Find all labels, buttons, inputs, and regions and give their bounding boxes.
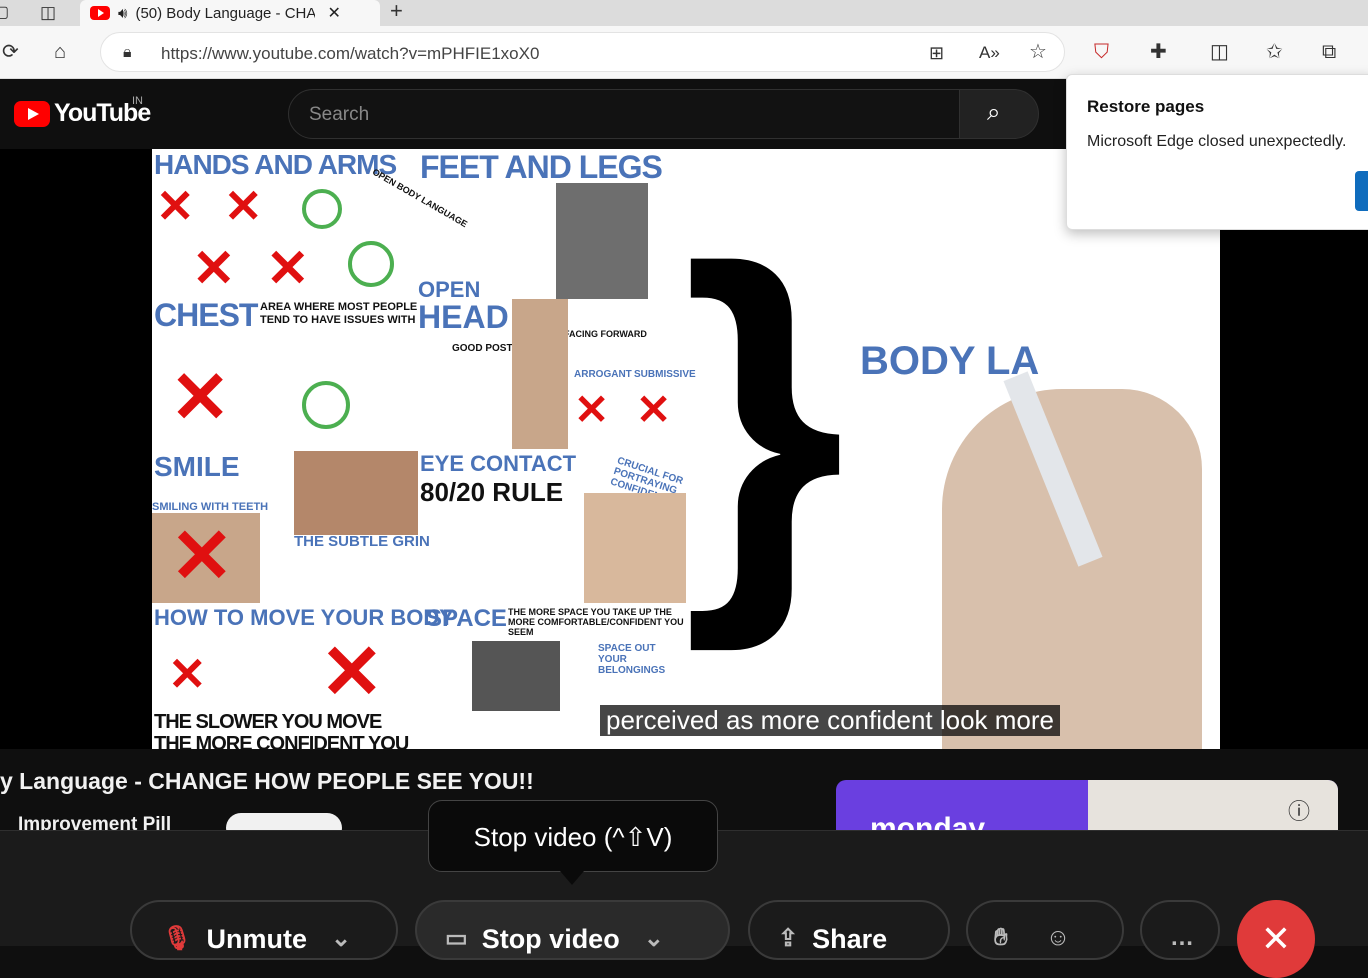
read-aloud-icon[interactable]: A» [979, 43, 1000, 63]
poster-slower: THE SLOWER YOU MOVE THE MORE CONFIDENT Y… [154, 711, 409, 749]
country-code: IN [132, 95, 143, 107]
tooltip-arrow [560, 871, 584, 885]
poster-space-out: SPACE OUT YOUR BELONGINGS [598, 643, 666, 676]
workspaces-icon[interactable]: ◫ [40, 3, 56, 23]
poster-cross-icon: ✕ [170, 514, 234, 599]
more-options-button[interactable]: … [1140, 900, 1220, 960]
more-icon: … [1170, 924, 1194, 951]
poster-hands-arms: HANDS AND ARMS [154, 149, 397, 180]
leave-call-button[interactable]: ✕ [1237, 900, 1315, 978]
split-screen-icon[interactable]: ◫ [1210, 42, 1229, 62]
poster-arrogant: ARROGANT [574, 369, 632, 380]
close-tab-icon[interactable]: ✕ [327, 3, 340, 23]
chevron-down-icon[interactable]: ⌄ [331, 924, 351, 953]
chevron-down-icon[interactable]: ⌄ [644, 924, 664, 953]
poster-smile: SMILE [154, 451, 240, 482]
video-caption: perceived as more confident look more [600, 705, 1061, 736]
restore-pages-popup: Restore pages Microsoft Edge closed unex… [1066, 74, 1368, 230]
search-button[interactable]: ⌕ [959, 89, 1039, 139]
video-player[interactable]: HANDS AND ARMS FEET AND LEGS ✕ ✕ OPEN BO… [0, 149, 1368, 749]
stop-video-button[interactable]: ▭ Stop video ⌄ [415, 900, 730, 960]
poster-cross-icon: ✕ [170, 358, 231, 438]
tab-actions-icon[interactable]: ▢ [0, 3, 9, 23]
poster-cross-icon: ✕ [266, 240, 310, 298]
poster-eye-contact-photo [584, 493, 686, 603]
youtube-play-icon [14, 100, 50, 127]
poster-cross-icon: ✕ [156, 180, 195, 232]
search-placeholder: Search [309, 104, 370, 125]
favorite-star-icon[interactable]: ☆ [1029, 42, 1047, 62]
favorites-icon[interactable]: ✩ [1266, 42, 1283, 62]
stop-video-label: Stop video [481, 924, 620, 954]
brace-drawing: } [682, 184, 846, 653]
poster-subtle-grin: THE SUBTLE GRIN [294, 533, 430, 550]
restore-pages-title: Restore pages [1087, 97, 1205, 116]
raise-hand-icon[interactable]: ✋︎ [994, 924, 1008, 952]
collections-icon[interactable]: ⧉ [1322, 42, 1336, 62]
poster-legs-photo [556, 183, 648, 299]
youtube-logo[interactable]: YouTube [14, 99, 151, 128]
poster-chest-note: AREA WHERE MOST PEOPLE TEND TO HAVE ISSU… [260, 301, 418, 326]
poster-rule: 80/20 RULE [420, 477, 564, 507]
app-available-icon[interactable]: ⊞ [929, 43, 944, 63]
tab-title: (50) Body Language - CHAN [135, 4, 316, 22]
url-text[interactable]: https://www.youtube.com/watch?v=mPHFIE1x… [161, 44, 539, 64]
extensions-icon[interactable]: ✚ [1150, 42, 1167, 62]
info-icon[interactable]: ⓘ [1288, 801, 1310, 823]
ad-banner[interactable]: monday ⓘ [836, 780, 1338, 830]
share-label: Share [812, 924, 888, 954]
poster-check-icon [348, 241, 394, 287]
poster-space-note: THE MORE SPACE YOU TAKE UP THE MORE COMF… [508, 607, 684, 637]
youtube-favicon-icon [90, 6, 110, 20]
poster-head-photo [512, 299, 568, 449]
poster-cross-icon: ✕ [192, 240, 236, 298]
reactions-button[interactable]: ✋︎ ☺ [966, 900, 1124, 960]
emoji-add-icon[interactable]: ☺ [1046, 924, 1071, 952]
poster-cross-icon: ✕ [636, 386, 672, 433]
hand-drawing-photo [942, 389, 1202, 749]
speaker-icon[interactable]: 🔊︎ [118, 5, 127, 22]
camera-icon: ▭ [445, 925, 468, 952]
restore-button[interactable] [1355, 171, 1368, 211]
stop-video-tooltip: Stop video (^⇧V) [428, 800, 718, 872]
new-tab-icon[interactable]: + [390, 0, 403, 22]
share-button[interactable]: ⇪ Share [748, 900, 950, 960]
browser-tab-strip: ▢ ◫ 🔊︎ (50) Body Language - CHAN ✕ + [0, 0, 1368, 26]
lock-icon[interactable]: 🔒︎ [123, 43, 132, 63]
search-icon: ⌕ [987, 99, 1001, 126]
poster-grin-photo [294, 451, 418, 535]
browser-navbar: ⟳ ⌂ 🔒︎ https://www.youtube.com/watch?v=m… [0, 26, 1368, 79]
poster-move-body: HOW TO MOVE YOUR BODY [154, 605, 454, 630]
unmute-button[interactable]: 🎙︎ Unmute ⌄ [130, 900, 398, 960]
poster-eye-contact: EYE CONTACT [420, 451, 577, 476]
video-frame[interactable]: HANDS AND ARMS FEET AND LEGS ✕ ✕ OPEN BO… [152, 149, 1220, 749]
ad-text: monday [870, 812, 986, 830]
poster-cross-icon: ✕ [224, 180, 263, 232]
home-icon[interactable]: ⌂ [54, 42, 66, 62]
poster-space: SPACE [426, 605, 507, 632]
poster-cross-icon: ✕ [168, 648, 207, 700]
restore-pages-message: Microsoft Edge closed unexpectedly. [1087, 133, 1347, 150]
poster-cross-icon: ✕ [320, 630, 384, 715]
poster-check-icon [302, 381, 350, 429]
microphone-muted-icon: 🎙︎ [162, 925, 193, 952]
poster-chest: CHEST [154, 297, 258, 333]
poster-feet-legs: FEET AND LEGS [420, 149, 663, 185]
address-bar[interactable]: 🔒︎ https://www.youtube.com/watch?v=mPHFI… [100, 32, 1065, 72]
poster-cross-icon: ✕ [574, 386, 610, 433]
search-input[interactable]: Search [288, 89, 960, 139]
poster-facing-forward: FACING FORWARD [564, 329, 647, 339]
refresh-icon[interactable]: ⟳ [2, 42, 19, 62]
extension-shield-icon[interactable]: ⛉ [1094, 42, 1109, 62]
unmute-label: Unmute [206, 924, 307, 954]
poster-head: HEAD [418, 299, 509, 335]
poster-space-photo [472, 641, 560, 711]
share-screen-icon: ⇪ [778, 925, 799, 952]
video-title: y Language - CHANGE HOW PEOPLE SEE YOU!! [0, 768, 534, 794]
poster-check-icon [302, 189, 342, 229]
close-icon: ✕ [1260, 918, 1292, 959]
tab-youtube[interactable]: 🔊︎ (50) Body Language - CHAN ✕ [80, 0, 380, 26]
